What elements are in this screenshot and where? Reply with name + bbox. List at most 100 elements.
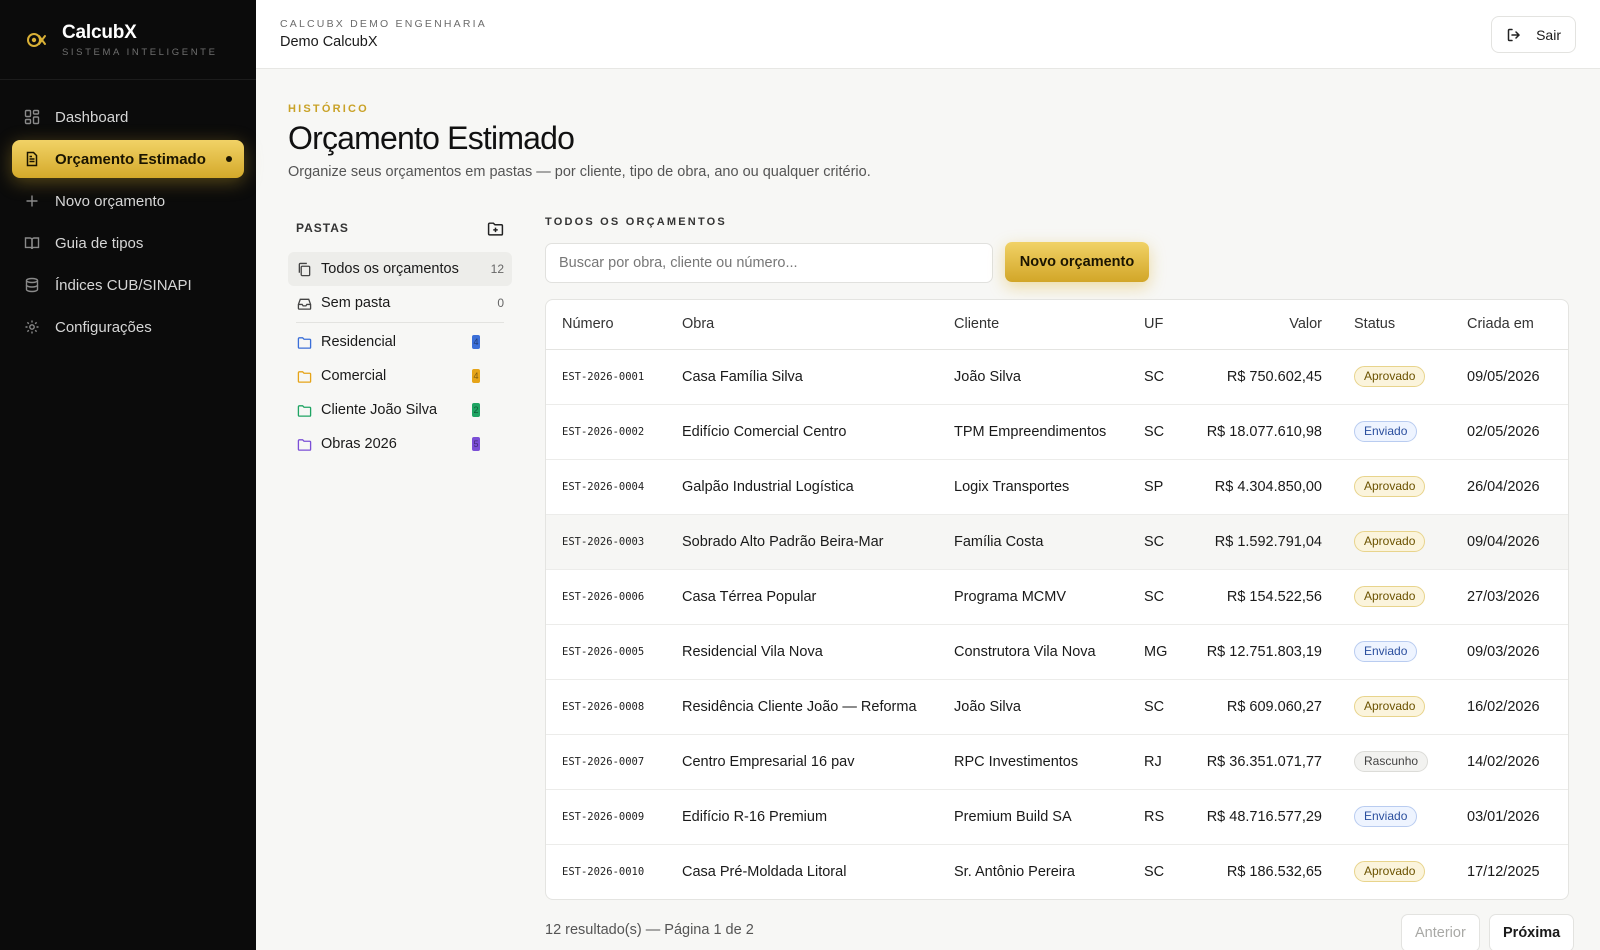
brand[interactable]: CalcubX SISTEMA INTELIGENTE xyxy=(0,0,256,80)
cell-uf: SC xyxy=(1128,679,1184,735)
sidebar-item-label: Índices CUB/SINAPI xyxy=(55,276,192,294)
cell-numero: EST-2026-0010 xyxy=(562,865,645,878)
folder-color-swatch: 2 xyxy=(472,403,480,417)
cell-numero: EST-2026-0005 xyxy=(546,624,666,680)
cell-cliente: Programa MCMV xyxy=(938,569,1128,625)
table-row[interactable]: EST-2026-0007 Centro Empresarial 16 pav … xyxy=(546,734,1568,790)
column-header-obra[interactable]: Obra xyxy=(666,300,938,350)
cell-numero: EST-2026-0002 xyxy=(546,404,666,460)
cell-status: Aprovado xyxy=(1338,514,1451,570)
folder-item-obras-2026[interactable]: Obras 2026 5 xyxy=(288,427,512,461)
cell-criada-em: 03/01/2026 xyxy=(1451,789,1568,845)
cell-valor: R$ 12.751.803,19 xyxy=(1184,624,1338,680)
status-badge: Enviado xyxy=(1354,421,1418,442)
cell-status: Enviado xyxy=(1338,789,1451,845)
copy-icon xyxy=(296,261,312,277)
cell-cliente: TPM Empreendimentos xyxy=(938,404,1128,460)
cell-uf: SC xyxy=(1128,404,1184,460)
status-badge: Aprovado xyxy=(1354,586,1426,607)
sidebar-item-novo-orcamento[interactable]: Novo orçamento xyxy=(12,182,244,220)
active-indicator-dot xyxy=(226,156,232,162)
column-header-numero[interactable]: Número xyxy=(546,300,666,350)
sidebar-item-label: Dashboard xyxy=(55,108,129,126)
column-header-uf[interactable]: UF xyxy=(1128,300,1184,350)
folders-panel: PASTAS Todos os orçamentos 12 Sem pasta … xyxy=(288,214,512,461)
cell-obra: Casa Térrea Popular xyxy=(666,569,938,625)
previous-page-button[interactable]: Anterior xyxy=(1401,914,1480,950)
sidebar-item-orcamento-estimado[interactable]: Orçamento Estimado xyxy=(12,140,244,178)
search-input[interactable] xyxy=(545,243,993,283)
cell-criada-em: 26/04/2026 xyxy=(1451,459,1568,515)
status-badge: Rascunho xyxy=(1354,751,1429,772)
column-header-valor[interactable]: Valor xyxy=(1184,300,1338,350)
logout-label: Sair xyxy=(1536,26,1561,43)
table-header-row: Número Obra Cliente UF Valor Status Cria… xyxy=(546,300,1568,350)
table-row[interactable]: EST-2026-0006 Casa Térrea Popular Progra… xyxy=(546,569,1568,625)
topbar: CALCUBX DEMO ENGENHARIA Demo CalcubX Sai… xyxy=(256,0,1600,69)
folder-item-residencial[interactable]: Residencial 4 xyxy=(288,325,512,359)
cell-criada-em: 02/05/2026 xyxy=(1451,404,1568,460)
inbox-icon xyxy=(296,295,312,311)
cell-status: Aprovado xyxy=(1338,569,1451,625)
cell-obra: Casa Pré-Moldada Litoral xyxy=(682,863,847,880)
cell-criada-em: 17/12/2025 xyxy=(1467,863,1540,880)
new-folder-icon[interactable] xyxy=(486,219,504,237)
cell-criada-em: 09/05/2026 xyxy=(1451,349,1568,405)
table-row[interactable]: EST-2026-0001 Casa Família Silva João Si… xyxy=(546,349,1568,405)
cell-obra: Centro Empresarial 16 pav xyxy=(666,734,938,790)
folder-item-all[interactable]: Todos os orçamentos 12 xyxy=(288,252,512,286)
cell-criada-em: 27/03/2026 xyxy=(1451,569,1568,625)
cell-cliente: Premium Build SA xyxy=(938,789,1128,845)
cell-valor: R$ 48.716.577,29 xyxy=(1184,789,1338,845)
cell-valor: R$ 609.060,27 xyxy=(1184,679,1338,735)
next-page-button[interactable]: Próxima xyxy=(1489,914,1575,950)
cell-status: Rascunho xyxy=(1338,734,1451,790)
table-row[interactable]: EST-2026-0009 Edifício R-16 Premium Prem… xyxy=(546,789,1568,845)
cell-uf: SP xyxy=(1128,459,1184,515)
cell-obra: Residência Cliente João — Reforma xyxy=(666,679,938,735)
folder-item-cliente-joao-silva[interactable]: Cliente João Silva 2 xyxy=(288,393,512,427)
column-header-status[interactable]: Status xyxy=(1338,300,1451,350)
cell-obra: Edifício R-16 Premium xyxy=(666,789,938,845)
column-header-criada-em[interactable]: Criada em xyxy=(1451,300,1568,350)
folder-label: Cliente João Silva xyxy=(321,402,438,418)
folder-label: Todos os orçamentos xyxy=(321,261,459,277)
sidebar-item-indices[interactable]: Índices CUB/SINAPI xyxy=(12,266,244,304)
sidebar-item-label: Orçamento Estimado xyxy=(55,150,206,168)
folder-item-sem-pasta[interactable]: Sem pasta 0 xyxy=(288,286,512,320)
table-row[interactable]: EST-2026-0004 Galpão Industrial Logístic… xyxy=(546,459,1568,515)
org-label: CALCUBX DEMO ENGENHARIA xyxy=(280,18,487,30)
cell-status: Aprovado xyxy=(1338,349,1451,405)
logout-icon xyxy=(1506,27,1522,43)
cell-cliente: João Silva xyxy=(938,679,1128,735)
plus-icon xyxy=(24,193,40,209)
table-row[interactable]: EST-2026-0005 Residencial Vila Nova Cons… xyxy=(546,624,1568,680)
folder-item-comercial[interactable]: Comercial 4 xyxy=(288,359,512,393)
table-row[interactable]: EST-2026-0008 Residência Cliente João — … xyxy=(546,679,1568,735)
cell-uf: SC xyxy=(1144,863,1165,880)
status-badge: Enviado xyxy=(1354,641,1418,662)
folder-color-swatch: 4 xyxy=(472,369,480,383)
table-row[interactable]: EST-2026-0002 Edifício Comercial Centro … xyxy=(546,404,1568,460)
sidebar-item-guia-de-tipos[interactable]: Guia de tipos xyxy=(12,224,244,262)
cell-numero: EST-2026-0008 xyxy=(546,679,666,735)
folder-divider xyxy=(296,322,504,323)
sidebar-nav: Dashboard Orçamento Estimado Novo orçame… xyxy=(0,80,256,346)
book-icon xyxy=(24,235,40,251)
table-row[interactable]: EST-2026-0010 Casa Pré-Moldada Litoral S… xyxy=(546,844,1568,899)
database-icon xyxy=(24,277,40,293)
cell-obra: Edifício Comercial Centro xyxy=(666,404,938,460)
table-row[interactable]: EST-2026-0003 Sobrado Alto Padrão Beira-… xyxy=(546,514,1568,570)
logout-button[interactable]: Sair xyxy=(1491,16,1576,53)
new-budget-button[interactable]: Novo orçamento xyxy=(1005,242,1149,282)
cell-obra: Galpão Industrial Logística xyxy=(666,459,938,515)
sidebar-item-configuracoes[interactable]: Configurações xyxy=(12,308,244,346)
sidebar-item-dashboard[interactable]: Dashboard xyxy=(12,98,244,136)
column-header-cliente[interactable]: Cliente xyxy=(938,300,1128,350)
cell-cliente: Sr. Antônio Pereira xyxy=(954,863,1075,880)
cell-criada-em: 14/02/2026 xyxy=(1451,734,1568,790)
cell-obra: Casa Família Silva xyxy=(666,349,938,405)
calcubx-logo-icon xyxy=(27,32,46,47)
folder-count: 12 xyxy=(490,262,504,276)
cell-obra: Residencial Vila Nova xyxy=(666,624,938,680)
